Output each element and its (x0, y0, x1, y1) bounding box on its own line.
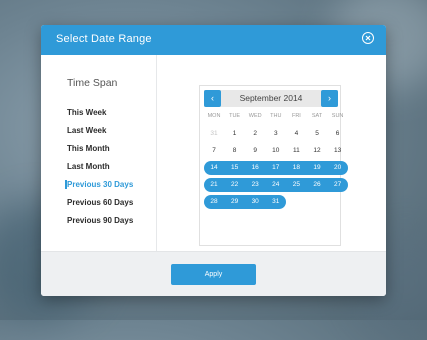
calendar-day[interactable]: 26 (307, 178, 327, 192)
calendar-day[interactable]: 30 (245, 195, 265, 209)
calendar-day[interactable]: 17 (266, 161, 286, 175)
weekday-label: TUE (229, 113, 241, 119)
timespan-item[interactable]: Last Month (67, 162, 110, 171)
timespan-item[interactable]: This Week (67, 108, 106, 117)
calendar-day[interactable]: 20 (328, 161, 348, 175)
calendar-day[interactable]: 19 (307, 161, 327, 175)
calendar-day[interactable]: 31 (204, 127, 224, 141)
weekday-label: FRI (291, 113, 301, 119)
calendar-day[interactable]: 7 (204, 144, 224, 158)
calendar-day[interactable]: 21 (204, 178, 224, 192)
calendar-day[interactable]: 31 (266, 195, 286, 209)
calendar-day[interactable]: 6 (328, 127, 348, 141)
calendar-day[interactable]: 3 (266, 127, 286, 141)
timespan-item[interactable]: Previous 30 Days (67, 180, 133, 189)
calendar-day[interactable]: 27 (328, 178, 348, 192)
weekday-label: WED (248, 113, 262, 119)
calendar-day[interactable]: 14 (204, 161, 224, 175)
dialog-title: Select Date Range (56, 33, 152, 45)
dialog-header: Select Date Range (41, 25, 386, 55)
timespan-item[interactable]: Previous 90 Days (67, 216, 133, 225)
active-item-marker (65, 180, 67, 189)
calendar-day[interactable]: 11 (286, 144, 306, 158)
weekday-label: MON (207, 113, 221, 119)
calendar-day[interactable]: 18 (286, 161, 306, 175)
weekday-label: SUN (331, 113, 344, 119)
weekday-label: SAT (311, 113, 323, 119)
chevron-left-icon[interactable]: ‹ (204, 90, 221, 107)
chevron-right-icon[interactable]: › (321, 90, 338, 107)
calendar-month-label: September 2014 (239, 93, 303, 103)
timespan-item[interactable]: Last Week (67, 126, 106, 135)
calendar-day[interactable]: 29 (225, 195, 245, 209)
weekday-label: THU (270, 113, 282, 119)
calendar-day[interactable]: 25 (286, 178, 306, 192)
calendar-day[interactable]: 9 (245, 144, 265, 158)
timespan-heading: Time Span (67, 77, 118, 89)
calendar-day[interactable]: 28 (204, 195, 224, 209)
calendar-day[interactable]: 12 (307, 144, 327, 158)
calendar: ‹ September 2014 › MON TUE WED THU FRI SAT SUN… (199, 85, 348, 246)
dialog-footer: Apply (41, 251, 386, 296)
timespan-item[interactable]: Previous 60 Days (67, 198, 133, 207)
apply-button[interactable]: Apply (171, 264, 256, 285)
calendar-day[interactable]: 24 (266, 178, 286, 192)
calendar-day[interactable]: 10 (266, 144, 286, 158)
calendar-day[interactable]: 5 (307, 127, 327, 141)
date-range-dialog: Select Date Range Time Span This Week Las… (41, 25, 386, 296)
calendar-day[interactable]: 2 (245, 127, 265, 141)
calendar-day[interactable]: 4 (286, 127, 306, 141)
calendar-day[interactable]: 22 (225, 178, 245, 192)
calendar-day[interactable]: 8 (225, 144, 245, 158)
timespan-panel: Time Span This Week Last Week This Month La… (41, 55, 157, 251)
timespan-item[interactable]: This Month (67, 144, 110, 153)
calendar-day[interactable]: 15 (225, 161, 245, 175)
calendar-day[interactable]: 13 (328, 144, 348, 158)
calendar-day[interactable]: 1 (225, 127, 245, 141)
close-icon[interactable] (362, 32, 374, 44)
calendar-day[interactable]: 16 (245, 161, 265, 175)
calendar-day[interactable]: 23 (245, 178, 265, 192)
